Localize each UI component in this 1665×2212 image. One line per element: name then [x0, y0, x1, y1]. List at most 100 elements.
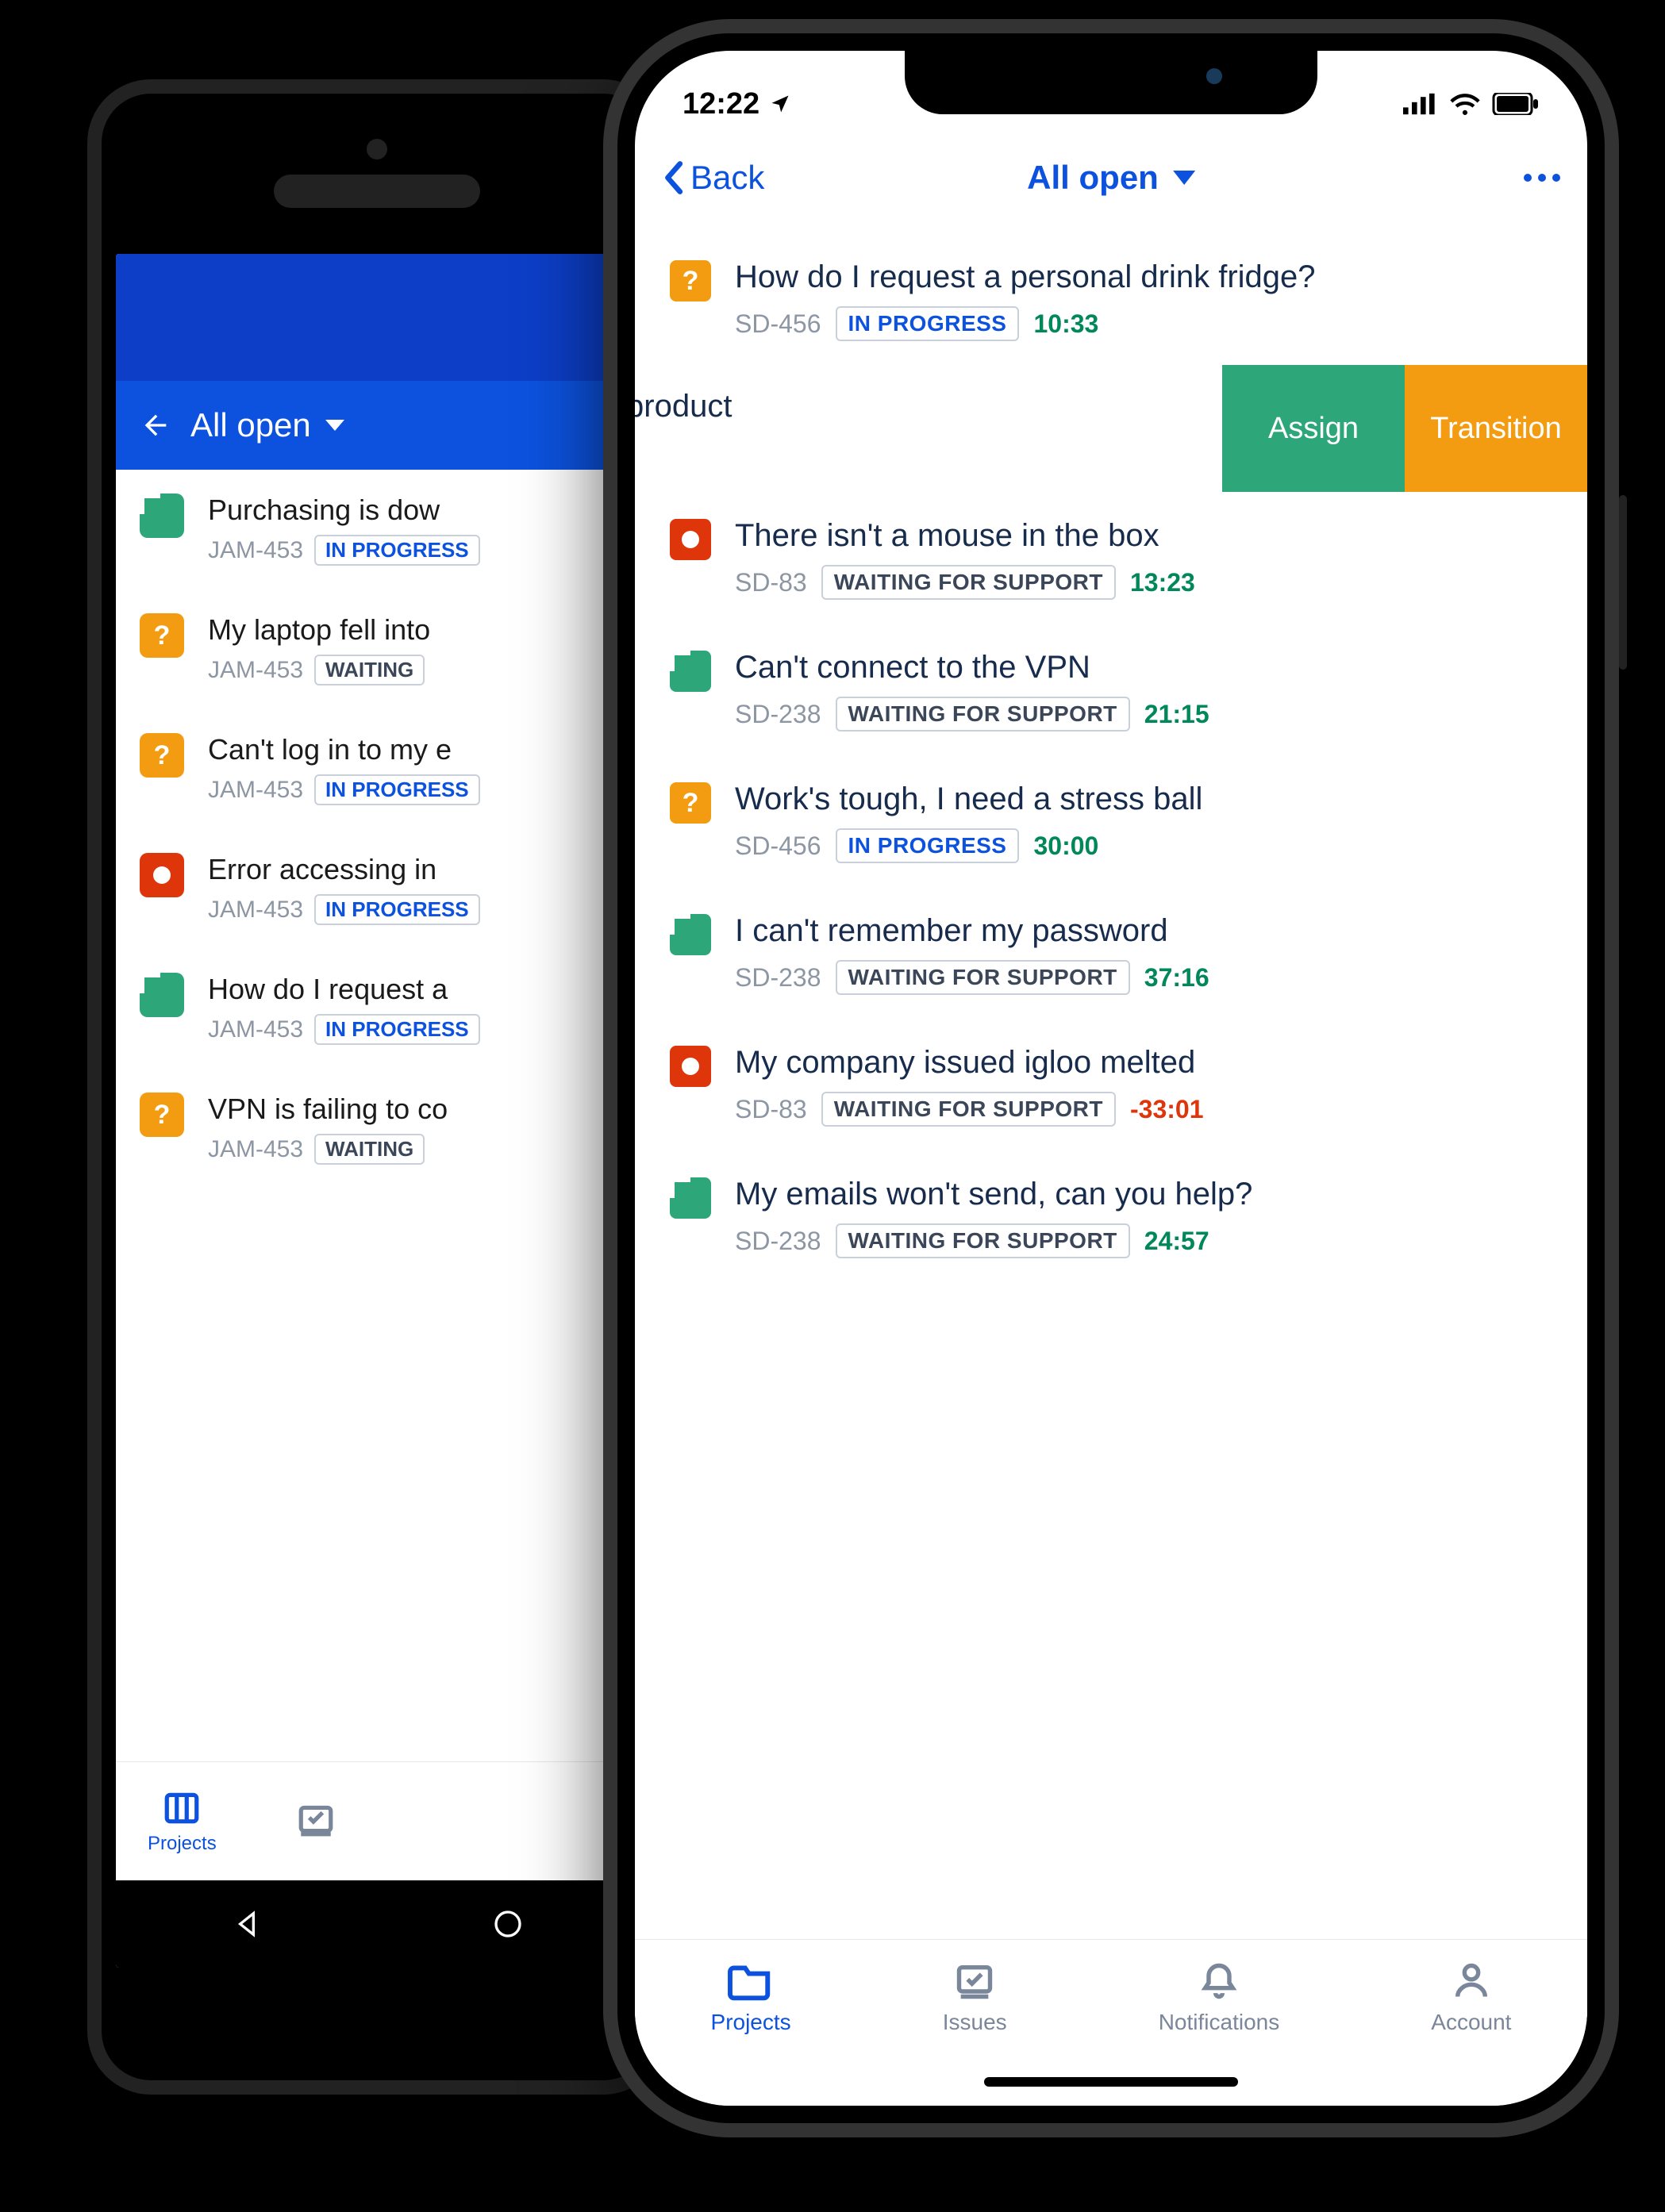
question-icon: ?: [140, 613, 184, 658]
side-button: [1619, 495, 1627, 670]
issue-time: 30:00: [1033, 831, 1098, 861]
list-item[interactable]: ? How do I request a personal drink frid…: [635, 233, 1587, 365]
android-navbar: [116, 1880, 638, 1968]
iphone-device: 12:22 Back All open ?: [603, 19, 1619, 2137]
back-button[interactable]: Back: [662, 159, 764, 197]
tab-issues[interactable]: Issues: [943, 1960, 1007, 2035]
issue-time: 10:33: [1033, 309, 1098, 339]
tab-projects-label: Projects: [148, 1833, 217, 1855]
issue-title: There isn't a mouse in the box: [735, 516, 1552, 555]
list-item[interactable]: My company issued igloo melted SD-83 WAI…: [635, 1019, 1587, 1150]
tab-notifications-label: Notifications: [1159, 2010, 1280, 2035]
tab-notifications[interactable]: Notifications: [1159, 1960, 1280, 2035]
android-topbar: All open: [116, 381, 638, 470]
transition-button[interactable]: Transition: [1405, 365, 1587, 492]
list-item[interactable]: fy our software dev product FOR SUPPORT …: [635, 363, 1222, 494]
tab-account-label: Account: [1431, 2010, 1511, 2035]
dot-icon: [140, 853, 184, 897]
earpiece: [274, 175, 480, 208]
status-time: 12:22: [683, 87, 759, 121]
tab-account[interactable]: Account: [1431, 1960, 1511, 2035]
issue-status: WAITING FOR SUPPORT: [821, 565, 1116, 600]
issue-status: IN PROGRESS: [836, 828, 1020, 863]
list-item[interactable]: Purchasing is dow JAM-453 IN PROGRESS: [116, 470, 638, 589]
list-item[interactable]: I can't remember my password SD-238 WAIT…: [635, 887, 1587, 1019]
issue-title: Work's tough, I need a stress ball: [735, 779, 1552, 819]
issue-title: My emails won't send, can you help?: [735, 1174, 1552, 1214]
list-item[interactable]: My emails won't send, can you help? SD-2…: [635, 1150, 1587, 1282]
list-item[interactable]: ? Can't log in to my e JAM-453 IN PROGRE…: [116, 709, 638, 829]
list-item[interactable]: ? My laptop fell into JAM-453 WAITING: [116, 589, 638, 709]
plus-icon: [670, 1177, 711, 1219]
home-indicator[interactable]: [984, 2077, 1238, 2087]
list-item[interactable]: There isn't a mouse in the box SD-83 WAI…: [635, 492, 1587, 624]
issue-title: My laptop fell into: [208, 613, 614, 647]
issue-time: 13:23: [1130, 568, 1195, 597]
list-item[interactable]: How do I request a JAM-453 IN PROGRESS: [116, 949, 638, 1069]
issue-title: I can't remember my password: [735, 911, 1552, 950]
dot-icon: [670, 1046, 711, 1087]
plus-icon: [140, 493, 184, 538]
issue-time: 21:15: [1144, 700, 1209, 729]
issue-status: WAITING FOR SUPPORT: [836, 1223, 1130, 1258]
issue-key: SD-83: [735, 1095, 807, 1124]
issue-status: IN PROGRESS: [314, 894, 480, 925]
issue-title: My company issued igloo melted: [735, 1043, 1552, 1082]
android-title[interactable]: All open: [190, 406, 311, 444]
more-button[interactable]: [1524, 174, 1560, 182]
issue-status: WAITING FOR SUPPORT: [821, 1092, 1116, 1127]
issue-key: JAM-453: [208, 777, 303, 804]
plus-icon: [670, 914, 711, 955]
question-icon: ?: [670, 782, 711, 824]
issue-time: 37:16: [1144, 963, 1209, 993]
android-screen: All open Purchasing is dow JAM-453 IN PR…: [116, 254, 638, 1968]
issue-title: How do I request a: [208, 973, 614, 1006]
issue-key: JAM-453: [208, 657, 303, 684]
issue-status: IN PROGRESS: [836, 306, 1020, 341]
camera-icon: [367, 139, 387, 159]
issue-status: IN PROGRESS: [314, 1014, 480, 1045]
back-arrow-icon[interactable]: [140, 409, 171, 441]
cellular-icon: [1403, 93, 1438, 115]
location-icon: [769, 93, 791, 115]
issue-key: JAM-453: [208, 897, 303, 924]
issue-title: Can't log in to my e: [208, 733, 614, 766]
tab-projects[interactable]: Projects: [148, 1788, 217, 1855]
issue-title: Error accessing in: [208, 853, 614, 886]
swipe-row[interactable]: fy our software dev product FOR SUPPORT …: [635, 365, 1587, 492]
issue-key: SD-238: [735, 700, 821, 729]
notch: [905, 51, 1317, 114]
nav-title-dropdown[interactable]: All open: [1027, 159, 1195, 197]
issue-status: IN PROGRESS: [314, 774, 480, 805]
issue-key: SD-238: [735, 1227, 821, 1256]
tab-issues-label: Issues: [943, 2010, 1007, 2035]
nav-title: All open: [1027, 159, 1159, 197]
nav-home-icon[interactable]: [492, 1908, 524, 1940]
ios-issue-list: ? How do I request a personal drink frid…: [635, 217, 1587, 1282]
issue-title: Can't connect to the VPN: [735, 647, 1552, 687]
dropdown-icon[interactable]: [325, 420, 344, 431]
tab-projects-label: Projects: [711, 2010, 791, 2035]
android-issue-list: Purchasing is dow JAM-453 IN PROGRESS ? …: [116, 470, 638, 1189]
tab-issues[interactable]: [296, 1799, 336, 1844]
issues-icon: [296, 1799, 336, 1839]
battery-icon: [1492, 93, 1540, 115]
issues-icon: [952, 1960, 998, 2002]
issue-title: fy our software dev product: [635, 386, 1187, 426]
back-label: Back: [690, 159, 764, 197]
assign-button[interactable]: Assign: [1222, 365, 1405, 492]
issue-status: WAITING FOR SUPPORT: [836, 697, 1130, 732]
wifi-icon: [1449, 93, 1481, 115]
issue-title: VPN is failing to co: [208, 1093, 614, 1126]
list-item[interactable]: Can't connect to the VPN SD-238 WAITING …: [635, 624, 1587, 755]
list-item[interactable]: ? Work's tough, I need a stress ball SD-…: [635, 755, 1587, 887]
issue-time: 24:57: [1144, 1227, 1209, 1256]
chevron-left-icon: [662, 160, 684, 195]
issue-key: SD-83: [735, 568, 807, 597]
list-item[interactable]: Error accessing in JAM-453 IN PROGRESS: [116, 829, 638, 949]
ios-navbar: Back All open: [635, 138, 1587, 217]
question-icon: ?: [140, 1093, 184, 1137]
tab-projects[interactable]: Projects: [711, 1960, 791, 2035]
nav-back-icon[interactable]: [231, 1908, 263, 1940]
list-item[interactable]: ? VPN is failing to co JAM-453 WAITING: [116, 1069, 638, 1189]
